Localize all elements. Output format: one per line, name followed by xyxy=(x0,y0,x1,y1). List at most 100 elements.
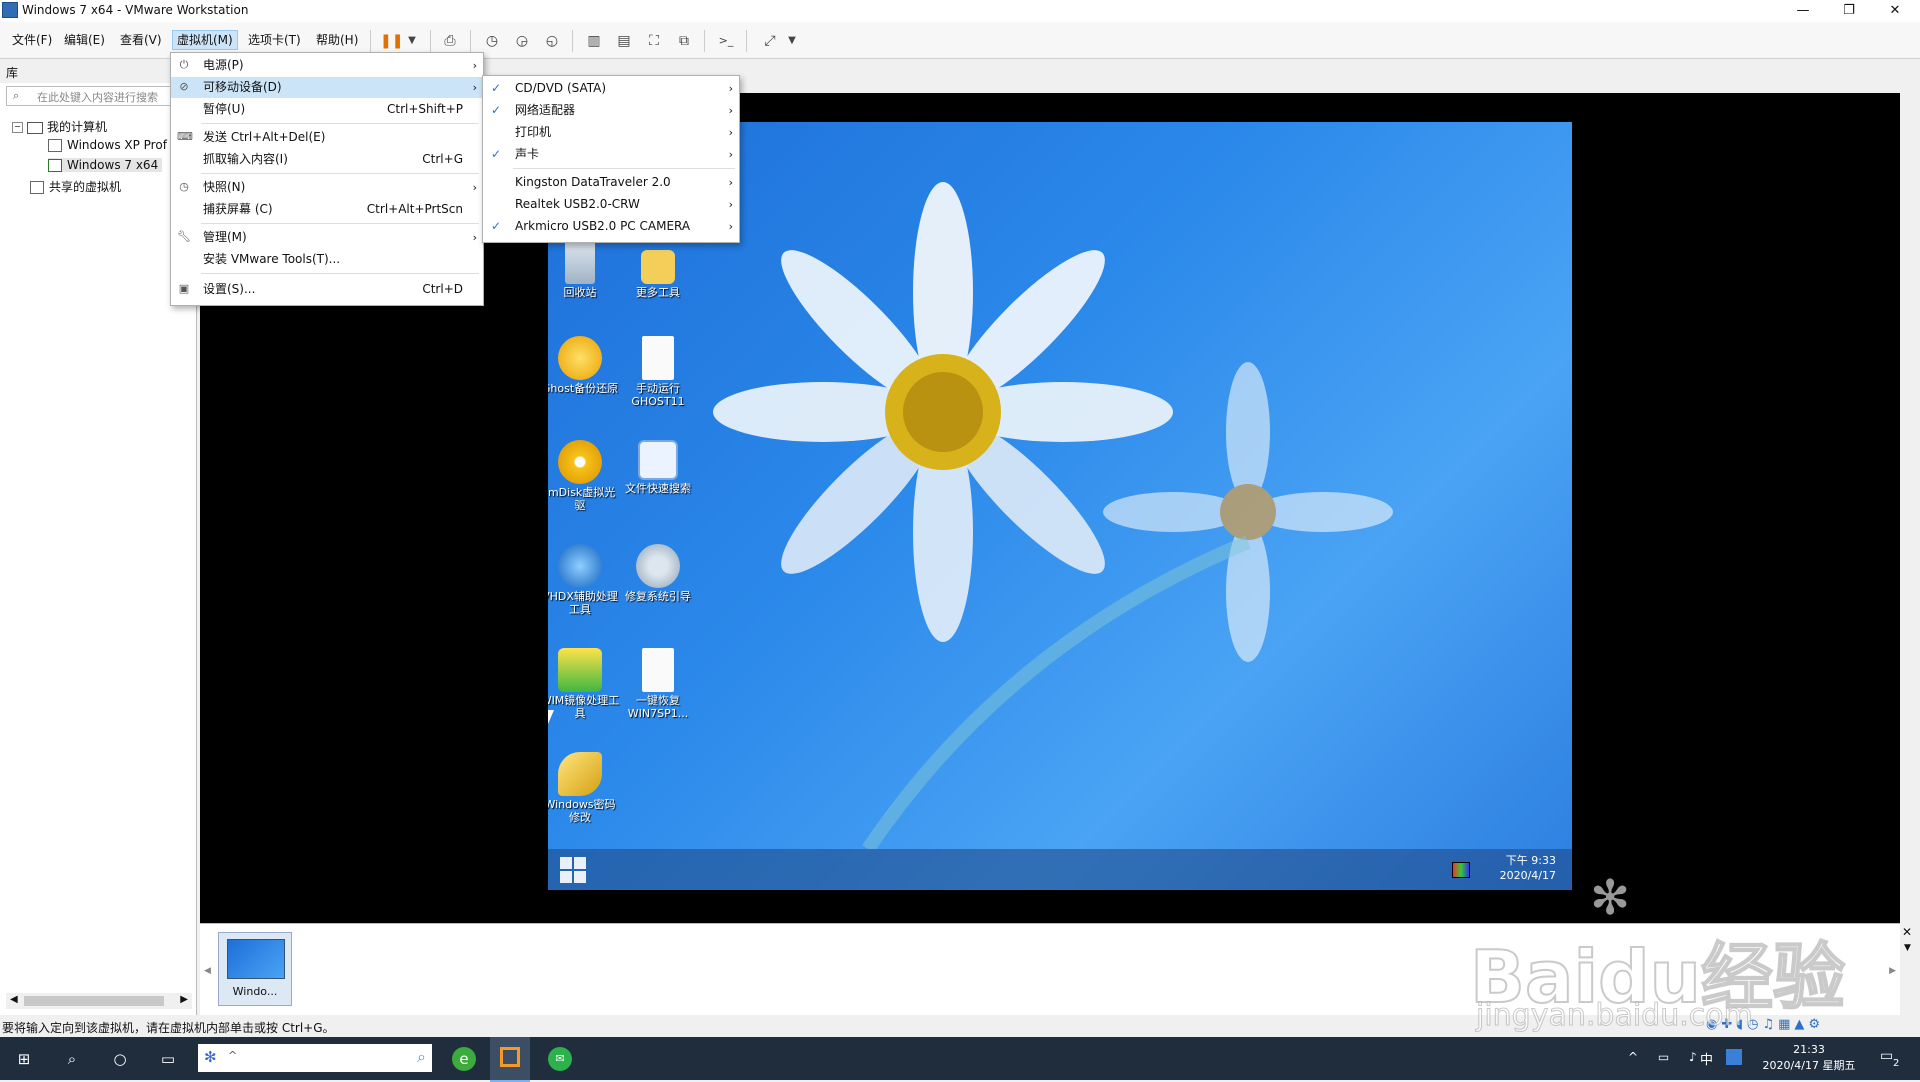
submenu-item-cd-dvd[interactable]: ✓ CD/DVD (SATA) › xyxy=(483,78,739,99)
menu-item-send-ctrl-alt-del[interactable]: ⌨ 发送 Ctrl+Alt+Del(E) xyxy=(171,127,483,148)
computer-icon xyxy=(27,121,43,134)
submenu-item-arkmicro-camera[interactable]: ✓ Arkmicro USB2.0 PC CAMERA › xyxy=(483,216,739,237)
desktop-icon-boot-repair[interactable]: 修复系统引导 xyxy=(618,544,698,603)
menu-item-settings[interactable]: ▣ 设置(S)... Ctrl+D xyxy=(171,279,483,300)
show-library-icon[interactable]: ▥ xyxy=(584,31,604,51)
chevron-up-icon: ^ xyxy=(228,1049,238,1062)
library-search-input[interactable]: ⌕ 在此处键入内容进行搜索 xyxy=(6,86,192,106)
menu-item-manage[interactable]: 🔧︎ 管理(M) › xyxy=(171,227,483,248)
taskbar-clock[interactable]: 21:33 2020/4/17 星期五 xyxy=(1754,1042,1864,1074)
chevron-down-icon[interactable]: ▼ xyxy=(402,31,422,51)
menu-item-power[interactable]: ⏻ 电源(P) › xyxy=(171,55,483,76)
desktop-icon-ghost11[interactable]: 手动运行GHOST11 xyxy=(618,336,698,408)
tree-shared-vms[interactable]: 共享的虚拟机 xyxy=(30,178,121,195)
submenu-item-realtek[interactable]: Realtek USB2.0-CRW › xyxy=(483,194,739,215)
chevron-down-icon[interactable]: ▼ xyxy=(782,31,802,51)
watermark-url: jingyan.baidu.com xyxy=(1476,998,1754,1034)
chevron-right-icon: › xyxy=(728,198,733,211)
pause-icon[interactable]: ❚❚ xyxy=(380,31,403,51)
system-tray-icons[interactable]: ^ ▭ ♪ xyxy=(1628,1050,1705,1064)
send-keys-icon[interactable]: ⎙ xyxy=(440,31,460,51)
vm-icon xyxy=(48,139,62,152)
folder-icon xyxy=(641,250,675,284)
menu-item-grab-input[interactable]: 抓取输入内容(I) Ctrl+G xyxy=(171,149,483,170)
chevron-left-icon[interactable]: ◀ xyxy=(10,994,18,1005)
cortana-icon[interactable]: ○ xyxy=(108,1047,132,1071)
submenu-item-sound-card[interactable]: ✓ 声卡 › xyxy=(483,144,739,165)
chevron-right-icon: › xyxy=(728,148,733,161)
wrench-icon: 🔧︎ xyxy=(177,230,191,243)
chevron-right-icon: › xyxy=(472,81,477,94)
chevron-right-icon: › xyxy=(728,126,733,139)
desktop-icon-vhdx-tool[interactable]: VHDX辅助处理工具 xyxy=(548,544,620,616)
submenu-item-kingston[interactable]: Kingston DataTraveler 2.0 › xyxy=(483,172,739,193)
menu-edit[interactable]: 编辑(E) xyxy=(60,31,109,49)
menu-item-pause[interactable]: 暂停(U) Ctrl+Shift+P xyxy=(171,99,483,120)
fullscreen-icon[interactable]: ⛶ xyxy=(644,31,664,51)
console-icon[interactable]: >_ xyxy=(716,31,736,51)
ime-indicator[interactable]: 中 xyxy=(1700,1049,1713,1068)
menu-vm[interactable]: 虚拟机(M) xyxy=(172,30,238,50)
recycle-bin-icon xyxy=(565,240,595,284)
revert-snapshot-icon[interactable]: ◶ xyxy=(512,31,532,51)
clock-date: 2020/4/17 星期五 xyxy=(1762,1059,1856,1072)
menu-separator xyxy=(513,168,735,169)
desktop-icon-file-search[interactable]: 文件快速搜索 xyxy=(618,440,698,495)
snapshot-icon[interactable]: ◷ xyxy=(482,31,502,51)
desktop-icon-ghost-backup[interactable]: Ghost备份还原 xyxy=(548,336,620,395)
windows-start-icon[interactable]: ⊞ xyxy=(12,1047,36,1071)
taskbar-vmware-active[interactable] xyxy=(490,1037,530,1082)
menu-item-install-vmware-tools[interactable]: 安装 VMware Tools(T)... xyxy=(171,249,483,270)
close-button[interactable]: ✕ xyxy=(1872,0,1918,22)
menu-item-capture-screen[interactable]: 捕获屏幕 (C) Ctrl+Alt+PrtScn xyxy=(171,199,483,220)
scrollbar-thumb[interactable] xyxy=(24,996,164,1006)
collapse-icon[interactable]: − xyxy=(12,122,23,133)
library-horizontal-scrollbar[interactable]: ◀ ▶ xyxy=(6,993,192,1009)
stretch-icon[interactable]: ⤢ xyxy=(760,31,780,51)
tray-app-icon[interactable] xyxy=(1726,1049,1742,1065)
library-panel xyxy=(0,59,197,1015)
thumbnail-label: Windo... xyxy=(232,985,278,998)
wechat-icon[interactable]: ✉ xyxy=(548,1047,572,1071)
windows-start-icon[interactable] xyxy=(560,857,586,883)
task-view-icon[interactable]: ▭ xyxy=(156,1047,180,1071)
menu-separator xyxy=(201,173,479,174)
chevron-right-icon[interactable]: ▶ xyxy=(180,994,188,1005)
minimize-button[interactable]: — xyxy=(1780,0,1826,22)
unity-icon[interactable]: ⧉ xyxy=(674,31,694,51)
ghost-icon xyxy=(558,336,602,380)
restore-button[interactable]: ❐ xyxy=(1826,0,1872,22)
menu-help[interactable]: 帮助(H) xyxy=(312,31,362,49)
desktop-icon-imdisk[interactable]: ImDisk虚拟光驱 xyxy=(548,440,620,512)
taskbar-search-box[interactable]: ✻ ^ ⌕ xyxy=(198,1044,432,1072)
menu-view[interactable]: 查看(V) xyxy=(116,31,166,49)
thumbnail-bar-icon[interactable]: ▤ xyxy=(614,31,634,51)
desktop-icon-more-tools[interactable]: 更多工具 xyxy=(618,240,698,299)
menu-file[interactable]: 文件(F) xyxy=(8,31,56,49)
chevron-right-icon: › xyxy=(728,82,733,95)
checkmark-icon: ✓ xyxy=(491,147,502,161)
tray-app-icon[interactable] xyxy=(1452,862,1470,878)
vm-vertical-scrollbar[interactable] xyxy=(1900,59,1920,923)
tree-my-computer[interactable]: − 我的计算机 xyxy=(12,118,107,135)
snapshot-manager-icon[interactable]: ◵ xyxy=(542,31,562,51)
desktop-icon-password-change[interactable]: Windows密码修改 xyxy=(548,752,620,824)
submenu-item-printer[interactable]: 打印机 › xyxy=(483,122,739,143)
search-icon[interactable]: ⌕ xyxy=(417,1047,426,1067)
file-icon xyxy=(642,648,674,692)
guest-taskbar: 下午 9:33 2020/4/17 xyxy=(548,849,1572,890)
toolbar-separator xyxy=(572,30,573,52)
tree-vm-winxp[interactable]: Windows XP Prof xyxy=(48,138,167,152)
search-icon[interactable]: ⌕ xyxy=(60,1047,84,1071)
desktop-icon-recycle-bin[interactable]: 回收站 xyxy=(548,240,620,299)
chevron-left-icon[interactable]: ◀ xyxy=(204,966,211,976)
vm-thumbnail[interactable]: Windo... xyxy=(218,932,292,1006)
browser-icon[interactable]: e xyxy=(452,1047,476,1071)
desktop-icon-wim-tool[interactable]: WIM镜像处理工具 xyxy=(548,648,620,720)
tree-vm-win7[interactable]: Windows 7 x64 xyxy=(48,158,163,172)
desktop-icon-win7-restore[interactable]: 一键恢复WIN7SP1... xyxy=(618,648,698,720)
menu-item-removable-devices[interactable]: ⊘ 可移动设备(D) › xyxy=(171,77,483,98)
menu-item-snapshot[interactable]: ◷ 快照(N) › xyxy=(171,177,483,198)
submenu-item-network-adapter[interactable]: ✓ 网络适配器 › xyxy=(483,100,739,121)
menu-tabs[interactable]: 选项卡(T) xyxy=(244,31,305,49)
